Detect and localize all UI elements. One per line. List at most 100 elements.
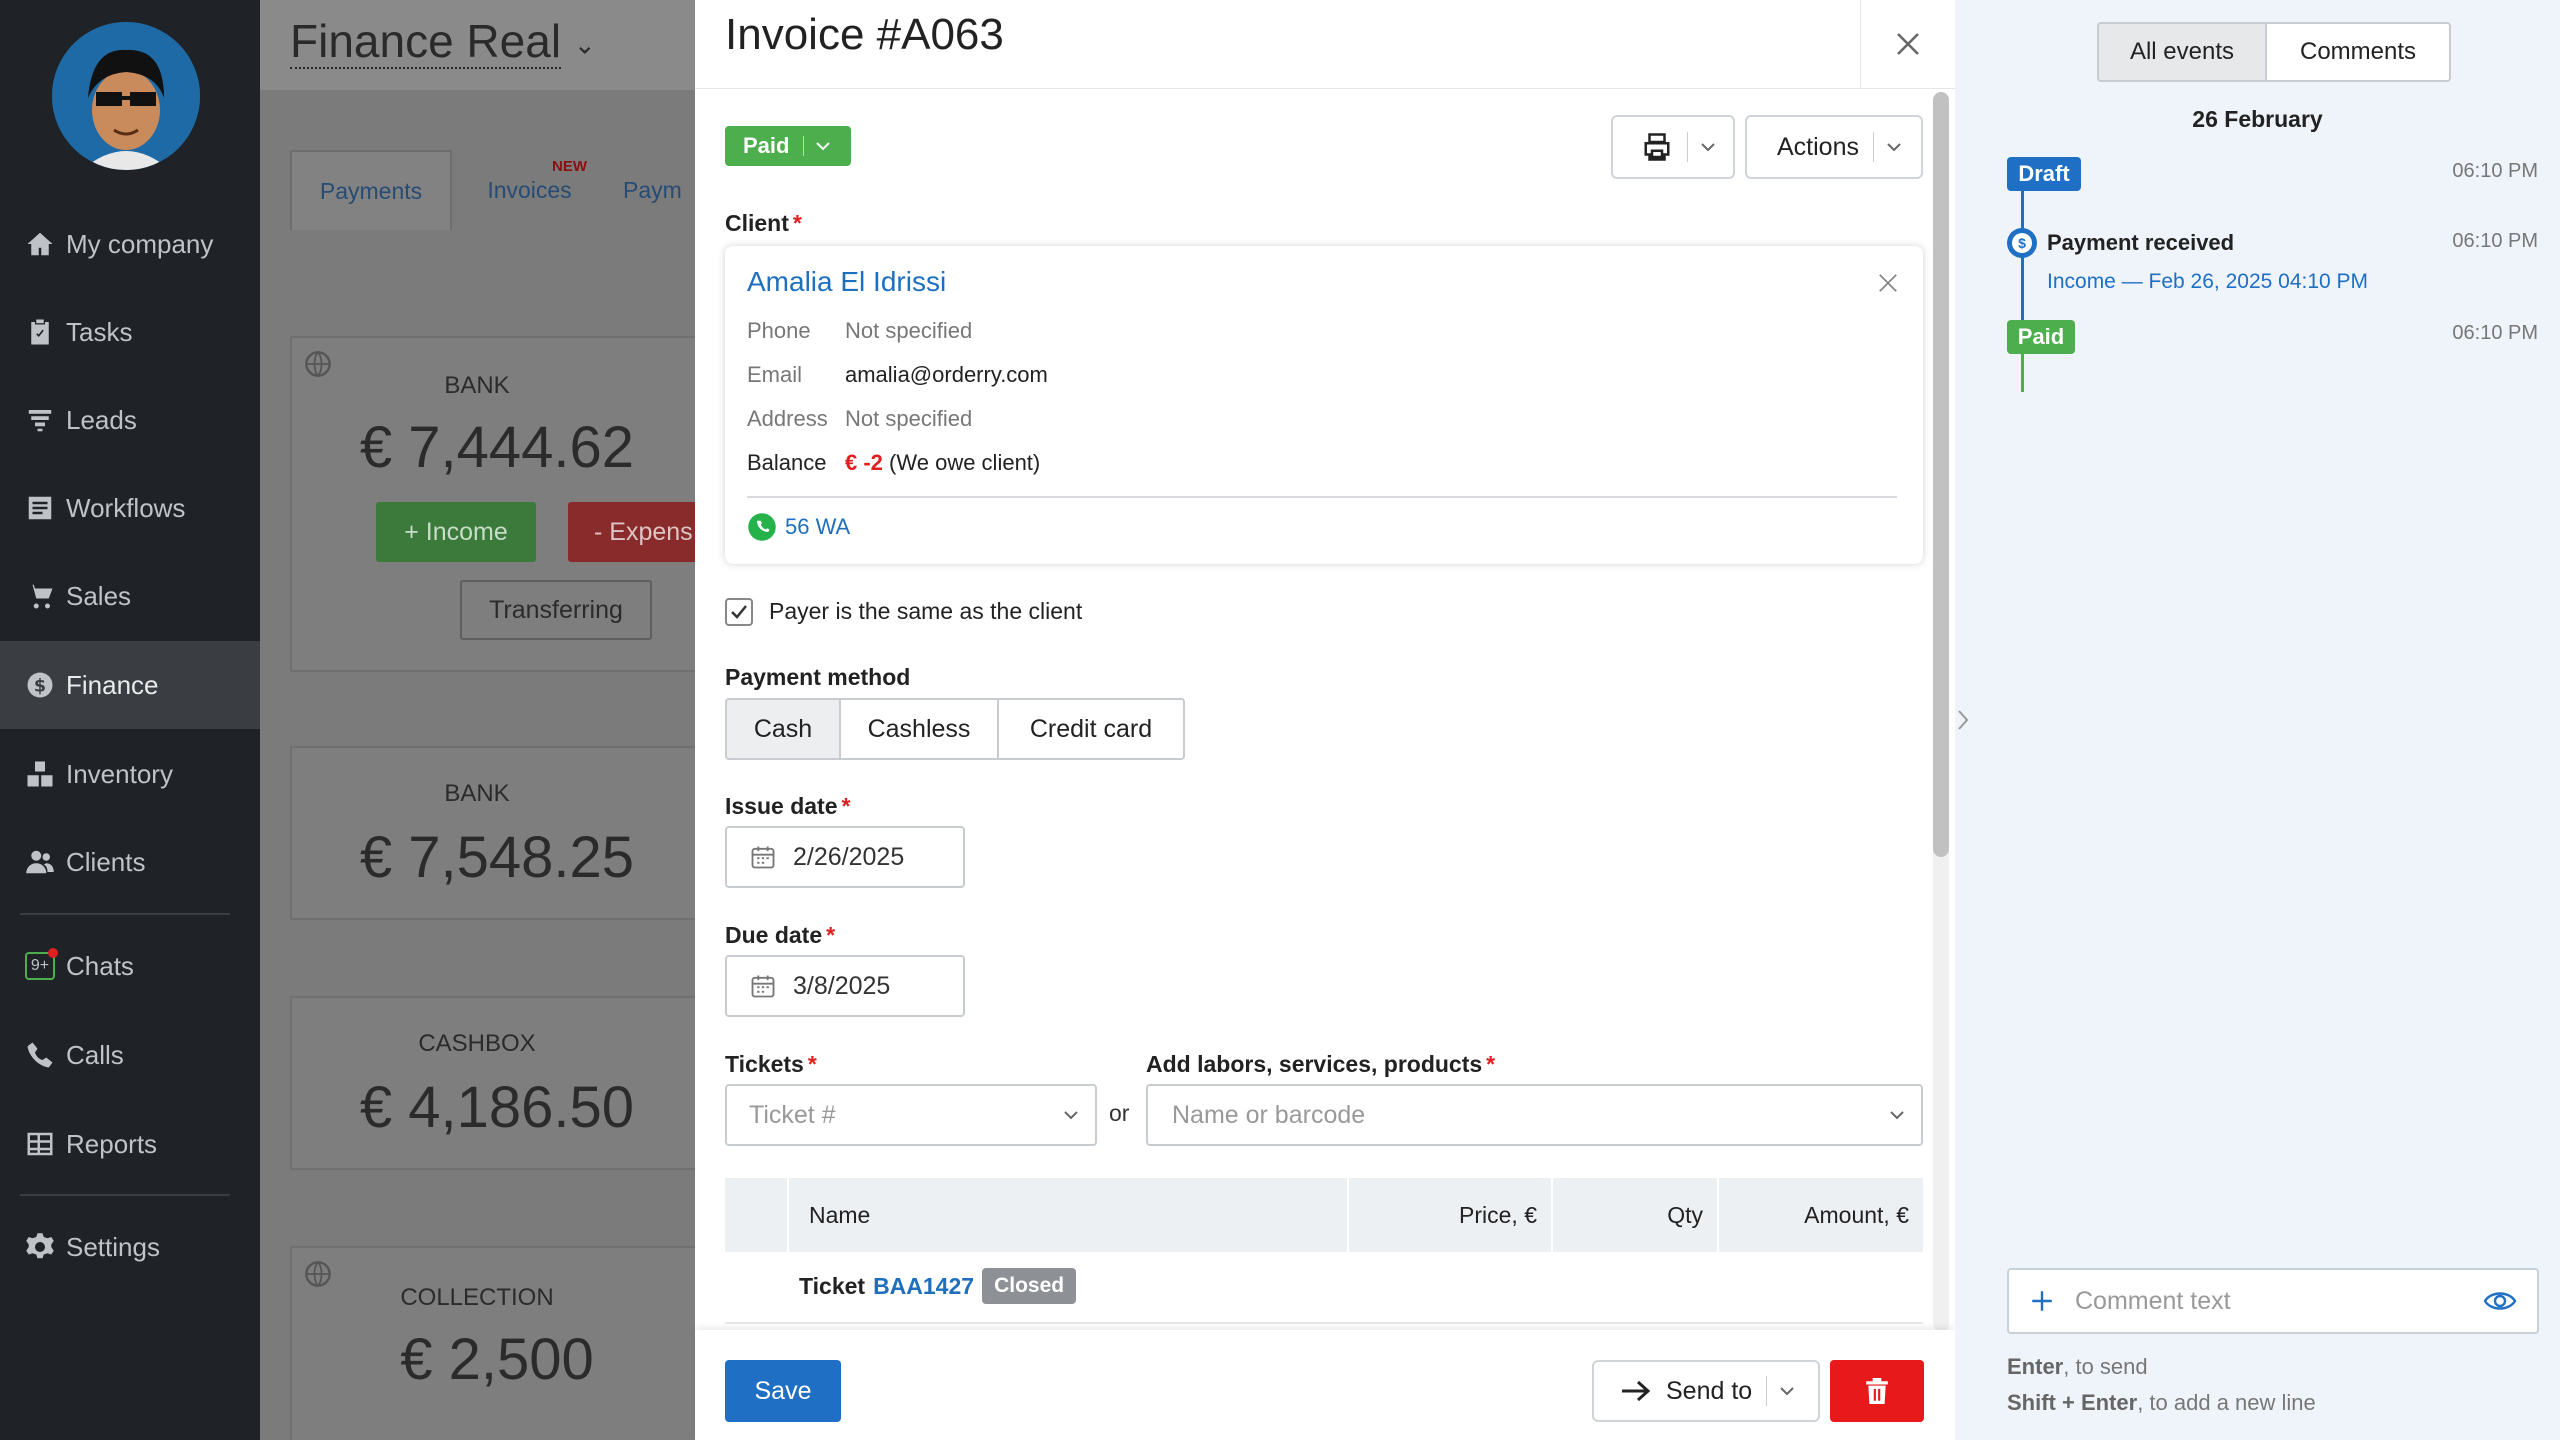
item-search-placeholder: Name or barcode (1172, 1100, 1366, 1129)
sidebar-item-settings[interactable]: Settings (0, 1203, 260, 1291)
collapse-chevron-icon[interactable] (1956, 708, 1970, 732)
close-icon (1897, 33, 1919, 55)
tickets-label: Tickets * (725, 1051, 817, 1077)
nav-divider (20, 913, 230, 915)
sidebar-item-leads[interactable]: Leads (0, 376, 260, 464)
issue-date-field[interactable]: 2/26/2025 (725, 826, 965, 888)
actions-label: Actions (1777, 132, 1859, 161)
client-name-link[interactable]: Amalia El Idrissi (747, 266, 946, 298)
sidebar-item-tasks[interactable]: Tasks (0, 288, 260, 376)
sidebar-item-label: Settings (66, 1231, 160, 1262)
tab-payments-more[interactable]: Paym (607, 150, 697, 230)
print-button[interactable] (1611, 115, 1735, 179)
comment-input[interactable]: Comment text (2007, 1268, 2539, 1334)
remove-client-icon[interactable] (1877, 272, 1899, 294)
sidebar-item-finance[interactable]: $ Finance (0, 641, 260, 729)
chevron-down-icon (1701, 143, 1715, 152)
save-button[interactable]: Save (725, 1360, 841, 1422)
filter-icon (20, 405, 60, 435)
account-label: BANK (444, 372, 510, 399)
column-name: Name (787, 1178, 1347, 1252)
add-items-label: Add labors, services, products * (1146, 1051, 1496, 1077)
payment-method-credit-card[interactable]: Credit card (997, 698, 1185, 760)
tab-comments[interactable]: Comments (2267, 22, 2451, 82)
send-hint: Enter, to send (2007, 1354, 2148, 1379)
sidebar-item-sales[interactable]: Sales (0, 552, 260, 640)
client-label: Client * (725, 210, 802, 236)
header-divider (695, 88, 1955, 89)
payment-method-cashless[interactable]: Cashless (839, 698, 999, 760)
table-header-cell (725, 1178, 787, 1252)
due-date-label: Due date * (725, 922, 836, 948)
sidebar-item-label: Finance (66, 669, 159, 700)
event-tag-draft: Draft (2007, 157, 2081, 191)
phone-icon (20, 1040, 60, 1070)
transferring-button[interactable]: Transferring (460, 580, 652, 640)
scrollbar-thumb[interactable] (1933, 92, 1949, 857)
status-dropdown[interactable]: Paid (725, 126, 851, 166)
eye-icon[interactable] (2483, 1289, 2517, 1313)
activity-tabs: All events Comments (2097, 22, 2451, 82)
sidebar-item-workflows[interactable]: Workflows (0, 464, 260, 552)
sidebar-item-inventory[interactable]: Inventory (0, 730, 260, 818)
status-label: Paid (743, 133, 790, 158)
expense-button[interactable]: - Expens (568, 502, 712, 562)
ticket-id-link[interactable]: BAA1427 (873, 1273, 974, 1300)
tab-invoices[interactable]: Invoices NEW (452, 150, 607, 230)
account-amount: € 7,548.25 (359, 825, 635, 890)
timeline-line (2021, 256, 2024, 326)
ticket-group-row: Ticket BAA1427 Closed (799, 1268, 1077, 1304)
divider (1766, 1376, 1768, 1406)
balance-value: € -2 (845, 450, 883, 475)
scrollbar[interactable] (1933, 92, 1949, 1332)
issue-date-label: Issue date * (725, 793, 851, 819)
nav-divider (20, 1194, 230, 1196)
sidebar-item-my-company[interactable]: My company (0, 200, 260, 288)
send-to-dropdown[interactable]: Send to (1592, 1360, 1820, 1422)
sidebar-item-reports[interactable]: Reports (0, 1100, 260, 1188)
income-link[interactable]: Income — Feb 26, 2025 04:10 PM (2047, 270, 2368, 294)
trash-icon (1866, 1378, 1888, 1404)
client-email-row: Email amalia@orderry.com (747, 362, 1048, 387)
actions-dropdown[interactable]: Actions (1745, 115, 1923, 179)
payment-icon: $ (2007, 228, 2037, 258)
account-amount: € 4,186.50 (359, 1075, 635, 1140)
sidebar-item-chats[interactable]: 9+ Chats (0, 922, 260, 1010)
item-search-select[interactable]: Name or barcode (1146, 1084, 1923, 1146)
gear-icon (20, 1232, 60, 1262)
income-button[interactable]: + Income (376, 502, 536, 562)
divider (1872, 132, 1874, 162)
client-address-row: Address Not specified (747, 406, 973, 431)
delete-button[interactable] (1830, 1360, 1924, 1422)
ticket-status-badge: Closed (982, 1268, 1077, 1304)
sidebar-item-label: Inventory (66, 758, 173, 789)
event-time: 06:10 PM (2452, 230, 2538, 252)
whatsapp-link[interactable]: 56 WA (747, 512, 850, 542)
page-title[interactable]: Finance Real ⌄ (290, 14, 596, 69)
payer-same-checkbox[interactable] (725, 598, 753, 626)
cart-icon (20, 581, 60, 611)
home-icon (20, 229, 60, 259)
account-card: COLLECTION € 2,500 (290, 1246, 710, 1440)
due-date-field[interactable]: 3/8/2025 (725, 955, 965, 1017)
arrow-right-icon (1622, 1380, 1651, 1402)
ticket-select[interactable]: Ticket # (725, 1084, 1097, 1146)
payer-same-label: Payer is the same as the client (769, 598, 1083, 624)
payment-method-cash[interactable]: Cash (725, 698, 841, 760)
send-to-label: Send to (1666, 1376, 1753, 1405)
issue-date-value: 2/26/2025 (793, 842, 905, 871)
tab-all-events[interactable]: All events (2097, 22, 2267, 82)
chevron-down-icon (1890, 1111, 1904, 1120)
newline-hint: Shift + Enter, to add a new line (2007, 1390, 2316, 1415)
whatsapp-icon (748, 513, 776, 541)
account-label: COLLECTION (400, 1284, 554, 1311)
client-phone-row: Phone Not specified (747, 318, 973, 343)
sidebar-item-calls[interactable]: Calls (0, 1011, 260, 1099)
plus-icon[interactable] (2029, 1288, 2055, 1314)
divider (803, 136, 805, 156)
tab-payments[interactable]: Payments (290, 150, 452, 230)
sidebar-item-clients[interactable]: Clients (0, 818, 260, 906)
due-date-value: 3/8/2025 (793, 971, 891, 1000)
close-button[interactable] (1860, 0, 1955, 88)
avatar[interactable] (52, 22, 200, 170)
